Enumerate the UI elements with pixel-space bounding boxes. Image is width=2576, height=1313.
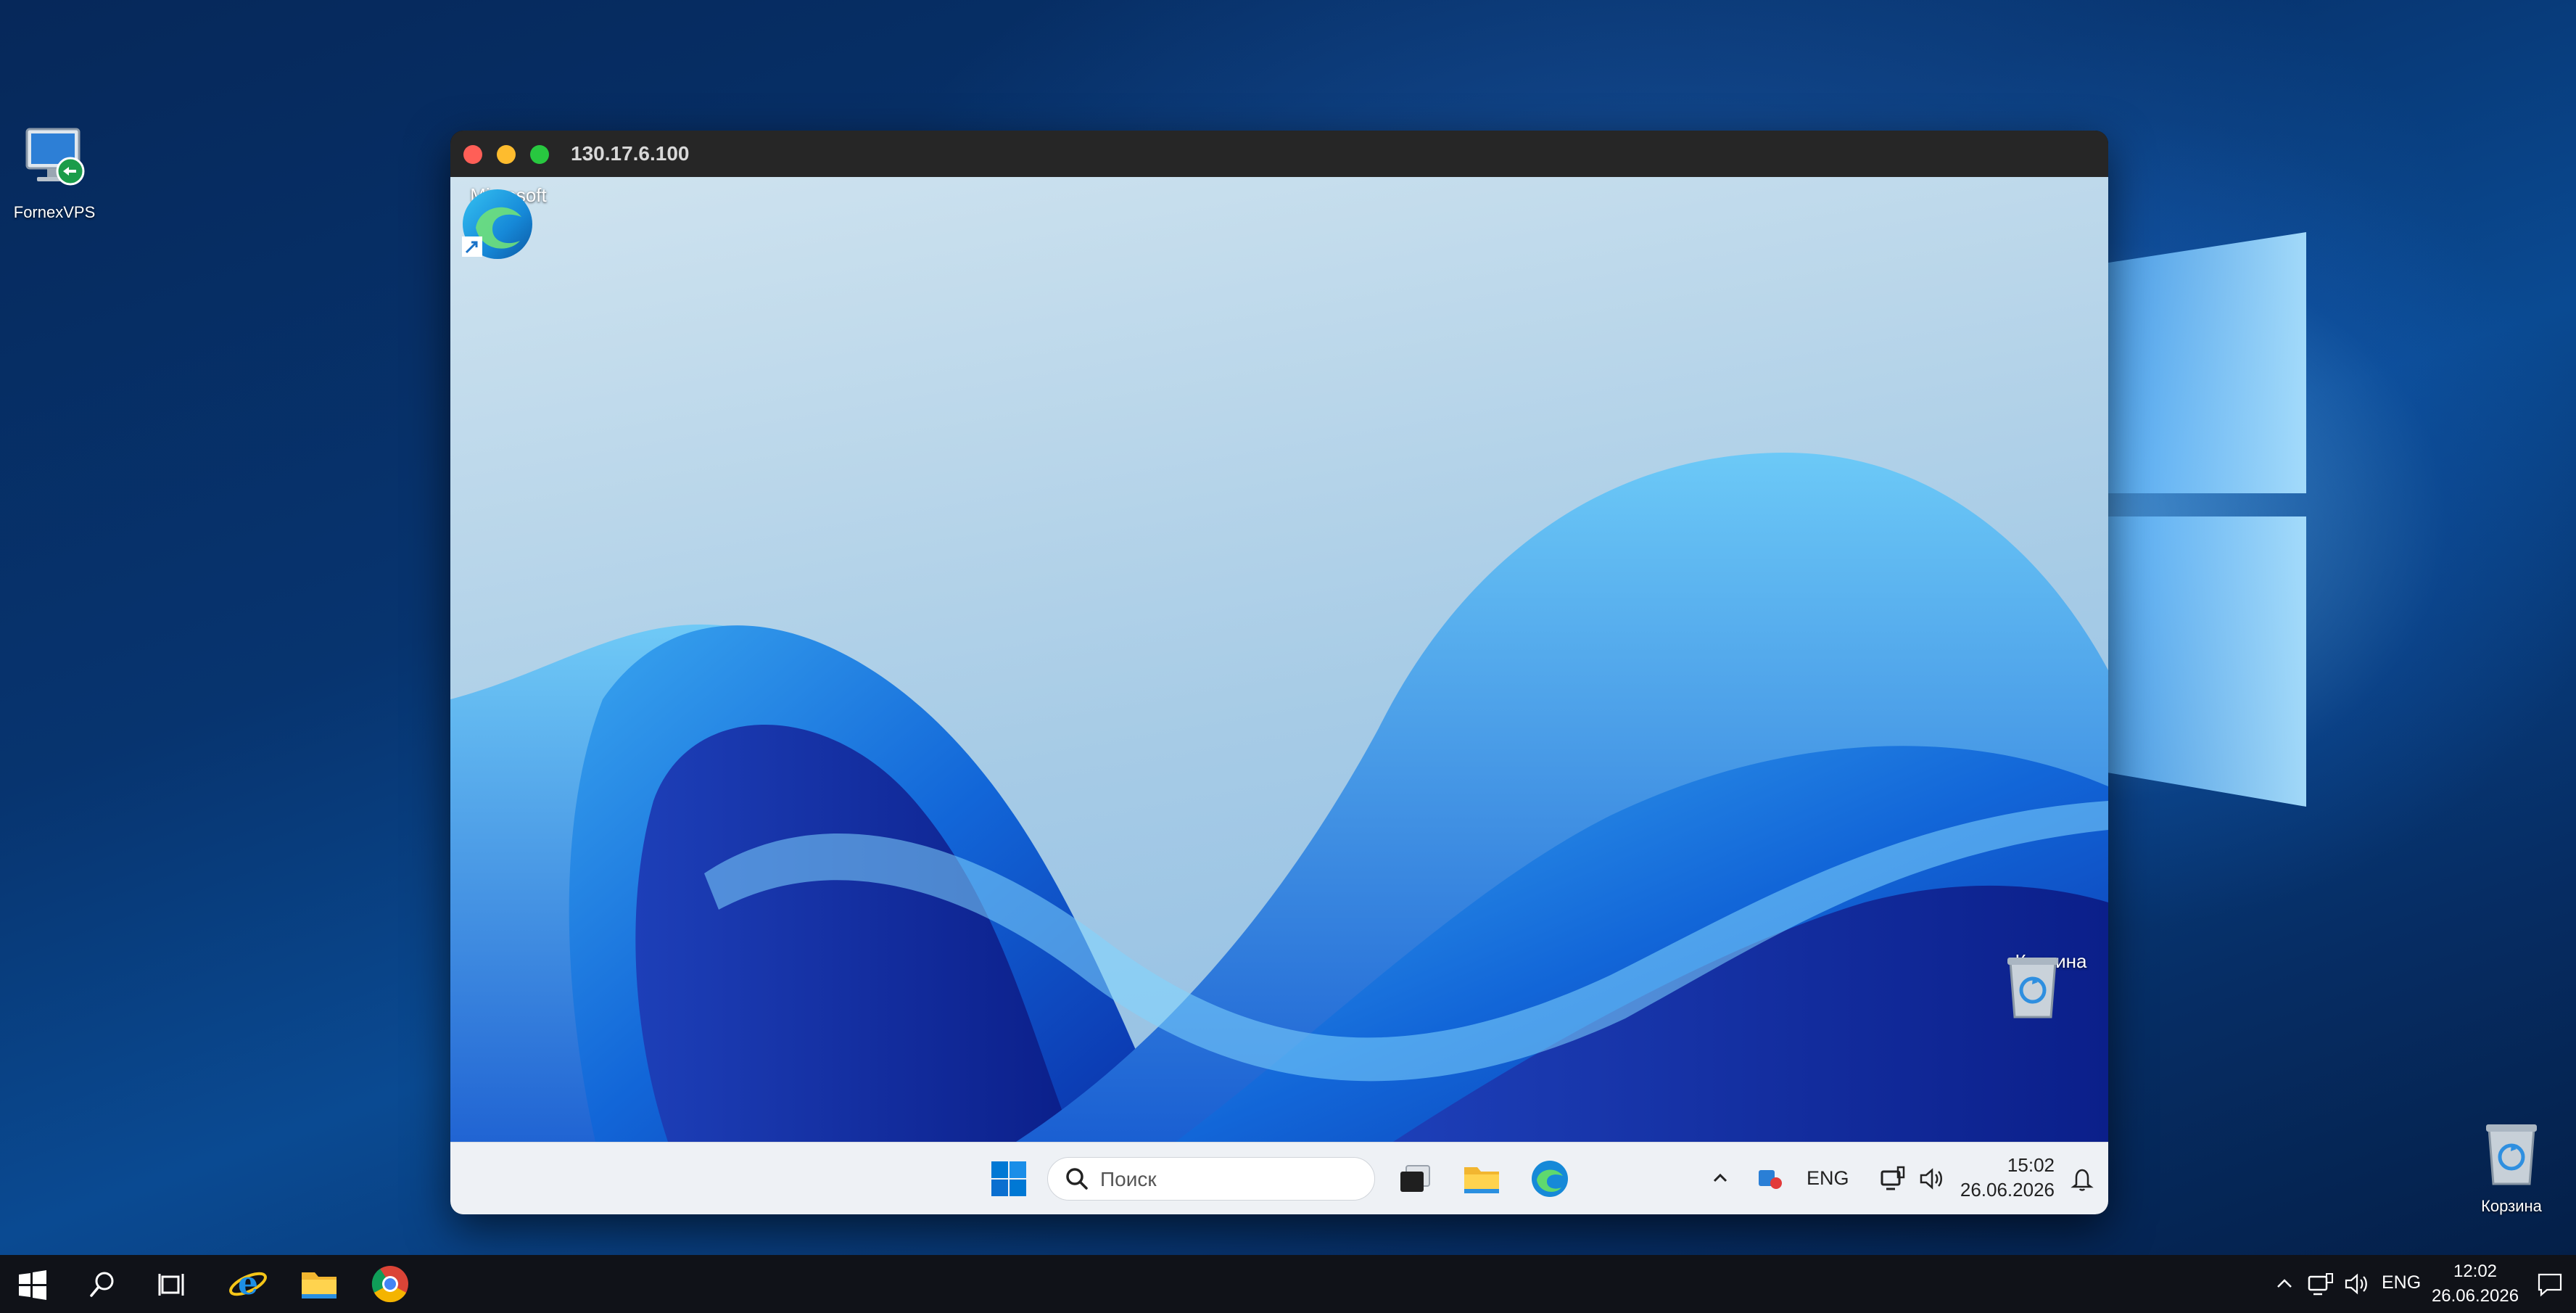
remote-tray-security-button[interactable] <box>1756 1166 1785 1192</box>
remote-tray-overflow-button[interactable] <box>1709 1167 1731 1189</box>
host-internet-explorer-button[interactable]: e <box>228 1264 268 1304</box>
remote-desktop-icon-recycle-bin[interactable]: Корзина <box>2000 950 2102 1018</box>
file-explorer-icon <box>302 1272 337 1298</box>
host-tray-language[interactable]: ENG <box>2382 1272 2421 1293</box>
remote-tray-time: 15:02 <box>2007 1154 2055 1176</box>
recycle-bin-icon <box>2486 1124 2537 1185</box>
chevron-up-icon <box>1713 1173 1727 1182</box>
host-action-center-button[interactable] <box>2535 1271 2564 1297</box>
remote-start-button[interactable] <box>990 1160 1028 1198</box>
desktop-icon-fornexvps[interactable]: FornexVPS <box>0 123 109 222</box>
remote-tray-volume-button[interactable] <box>1917 1164 1946 1193</box>
search-icon <box>90 1272 114 1297</box>
host-tray-network-button[interactable] <box>2306 1271 2335 1297</box>
svg-text:e: e <box>238 1265 258 1302</box>
host-search-button[interactable] <box>86 1268 119 1301</box>
host-desktop: FornexVPS Корзина 130.17.6.100 Поиск ENG… <box>0 0 2576 1313</box>
edge-icon <box>1532 1161 1568 1197</box>
network-icon <box>2308 1273 2333 1296</box>
internet-explorer-icon: e <box>229 1265 267 1302</box>
recycle-bin-icon <box>2007 958 2058 1018</box>
security-icon <box>1759 1170 1782 1189</box>
remote-notifications-button[interactable] <box>2068 1164 2097 1193</box>
chrome-icon <box>371 1266 408 1303</box>
remote-search-box[interactable] <box>1047 1157 1375 1201</box>
close-button[interactable] <box>463 145 482 164</box>
remote-tray-clock[interactable]: 15:02 26.06.2026 <box>1953 1153 2055 1203</box>
remote-tray-language[interactable]: ENG <box>1807 1167 1849 1190</box>
start-icon <box>19 1270 46 1300</box>
remote-task-view-button[interactable] <box>1396 1161 1434 1196</box>
start-icon <box>991 1161 1026 1196</box>
file-explorer-icon <box>1464 1167 1499 1193</box>
volume-icon <box>2345 1273 2367 1295</box>
window-title: 130.17.6.100 <box>571 142 690 165</box>
host-tray-time: 12:02 <box>2453 1261 2498 1281</box>
host-tray-date: 26.06.2026 <box>2431 1286 2519 1306</box>
remote-file-explorer-button[interactable] <box>1461 1160 1502 1198</box>
remote-desktop-icon <box>25 128 85 186</box>
host-tray-volume-button[interactable] <box>2342 1271 2371 1297</box>
notification-icon <box>2538 1273 2562 1297</box>
remote-tray-date: 26.06.2026 <box>1960 1179 2055 1201</box>
host-chrome-button[interactable] <box>370 1264 410 1304</box>
volume-icon <box>1920 1168 1942 1190</box>
network-icon <box>1881 1166 1905 1190</box>
remote-desktop-area: Microsoft Edge Корзина <box>450 177 2108 1142</box>
desktop-icon-label: FornexVPS <box>13 203 96 221</box>
host-taskbar: e ENG 12:02 26.06.2026 <box>0 1255 2576 1313</box>
desktop-icon-recycle-bin[interactable]: Корзина <box>2457 1117 2566 1216</box>
host-task-view-button[interactable] <box>155 1268 189 1301</box>
window-title-bar[interactable]: 130.17.6.100 <box>450 131 2108 177</box>
remote-taskbar: ENG 15:02 26.06.2026 <box>450 1142 2108 1214</box>
remote-search-input[interactable] <box>1099 1165 1363 1194</box>
task-view-icon <box>158 1274 184 1296</box>
remote-desktop-icon-edge[interactable]: Microsoft Edge <box>458 184 559 259</box>
edge-icon <box>462 189 532 259</box>
desktop-icon-label: Корзина <box>2481 1197 2542 1215</box>
maximize-button[interactable] <box>530 145 549 164</box>
task-view-icon <box>1400 1165 1430 1192</box>
windows-logo-pane-bottom <box>2103 516 2306 807</box>
search-icon <box>1066 1168 1088 1190</box>
windows-logo-pane-top <box>2103 232 2306 493</box>
host-tray-clock[interactable]: 12:02 26.06.2026 <box>2428 1259 2522 1309</box>
remote-edge-button[interactable] <box>1530 1158 1570 1199</box>
host-tray-overflow-button[interactable] <box>2273 1272 2296 1296</box>
chevron-up-icon <box>2277 1279 2292 1288</box>
win11-bloom-wallpaper <box>450 453 2108 1142</box>
minimize-button[interactable] <box>497 145 516 164</box>
host-start-button[interactable] <box>16 1268 49 1301</box>
bell-icon <box>2071 1169 2094 1191</box>
host-file-explorer-button[interactable] <box>299 1265 339 1303</box>
remote-desktop-window: 130.17.6.100 Поиск ENG 15:02 26.06.2026 <box>450 131 2108 1214</box>
remote-tray-network-button[interactable] <box>1878 1164 1907 1193</box>
